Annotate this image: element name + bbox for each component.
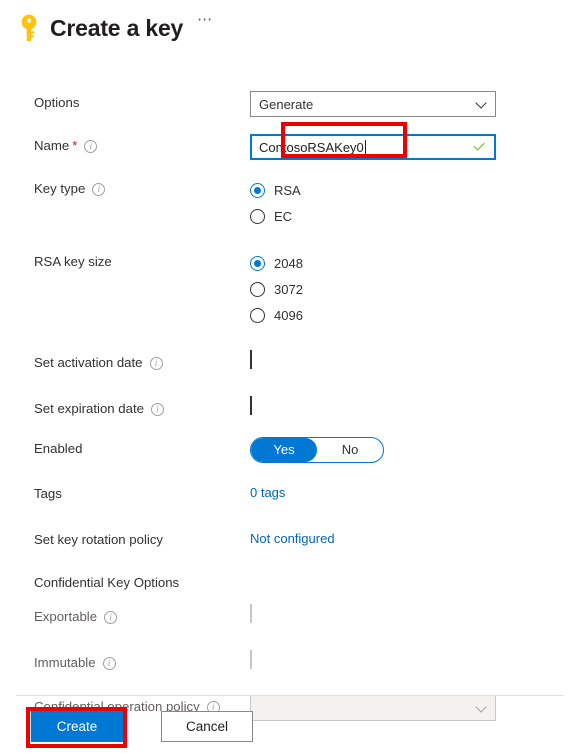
enabled-toggle[interactable]: Yes No [250,437,384,463]
immutable-label: Immutable [34,655,96,670]
create-button[interactable]: Create [31,711,123,742]
name-label-group: Name * i [0,133,250,156]
key-rotation-policy-link[interactable]: Not configured [250,531,335,546]
rsa-key-size-option-4096[interactable]: 4096 [250,302,572,328]
options-dropdown-value: Generate [259,96,314,112]
exportable-checkbox [250,604,252,623]
cancel-button[interactable]: Cancel [161,711,253,742]
name-control: ContosoRSAKey0 [250,133,572,160]
exportable-label: Exportable [34,609,98,624]
set-activation-date-control [250,350,572,369]
key-type-label-group: Key type i [0,176,250,199]
key-type-label: Key type [34,181,86,196]
key-rotation-policy-label-group: Set key rotation policy [0,527,250,550]
radio-label: 3072 [274,281,303,297]
rsa-key-size-option-3072[interactable]: 3072 [250,276,572,302]
valid-checkmark-icon [473,140,487,154]
row-exportable: Exportable i [0,604,572,628]
enabled-control: Yes No [250,436,572,463]
row-name: Name * i ContosoRSAKey0 [0,133,572,160]
key-type-option-ec[interactable]: EC [250,203,572,229]
row-rsa-key-size: RSA key size 2048 3072 4096 [0,249,572,328]
row-immutable: Immutable i [0,650,572,674]
immutable-control [250,650,572,669]
radio-indicator [250,281,265,297]
name-input[interactable]: ContosoRSAKey0 [250,134,496,160]
name-label: Name [34,138,70,153]
radio-label: EC [274,208,293,224]
key-type-control: RSA EC [250,176,572,229]
row-key-rotation-policy: Set key rotation policy Not configured [0,527,572,551]
enabled-label: Enabled [34,441,83,456]
info-icon[interactable]: i [150,402,164,416]
key-type-radio-group: RSA EC [250,177,572,229]
key-rotation-policy-label: Set key rotation policy [34,532,164,547]
tags-label: Tags [34,486,62,501]
rsa-key-size-radio-group: 2048 3072 4096 [250,250,572,328]
tags-control: 0 tags [250,481,572,504]
info-icon[interactable]: i [149,356,163,370]
exportable-control [250,604,572,623]
options-control: Generate [250,90,572,117]
tags-label-group: Tags [0,481,250,504]
info-icon[interactable]: i [92,182,106,196]
set-expiration-date-label-group: Set expiration date i [0,396,250,419]
set-expiration-date-label: Set expiration date [34,401,144,416]
row-options: Options Generate [0,90,572,117]
rsa-key-size-label: RSA key size [34,254,112,269]
row-set-activation-date: Set activation date i [0,350,572,374]
radio-label: RSA [274,182,301,198]
set-activation-date-label: Set activation date [34,355,143,370]
dialog-footer: Create Cancel [0,711,572,742]
confidential-key-options-heading: Confidential Key Options [34,575,180,590]
enabled-toggle-yes[interactable]: Yes [251,438,317,462]
radio-indicator [250,208,265,224]
radio-indicator [250,255,265,271]
options-dropdown[interactable]: Generate [250,91,496,117]
options-label: Options [34,95,80,110]
text-cursor [364,139,366,155]
info-icon[interactable]: i [102,656,116,670]
options-label-group: Options [0,90,250,113]
row-tags: Tags 0 tags [0,481,572,505]
immutable-checkbox [250,650,252,669]
enabled-label-group: Enabled [0,436,250,459]
row-enabled: Enabled Yes No [0,436,572,463]
key-type-option-rsa[interactable]: RSA [250,177,572,203]
set-activation-date-label-group: Set activation date i [0,350,250,373]
required-asterisk: * [72,138,78,153]
tags-link[interactable]: 0 tags [250,485,285,500]
dialog-header: Create a key ⋯ [0,0,572,46]
footer-divider [16,695,564,696]
row-set-expiration-date: Set expiration date i [0,396,572,420]
enabled-toggle-no[interactable]: No [317,438,383,462]
info-icon[interactable]: i [84,139,98,153]
chevron-down-icon [477,99,487,109]
rsa-key-size-option-2048[interactable]: 2048 [250,250,572,276]
exportable-label-group: Exportable i [0,604,250,627]
name-input-value: ContosoRSAKey0 [259,139,364,155]
row-key-type: Key type i RSA EC [0,176,572,229]
key-icon [16,13,42,43]
more-options-button[interactable]: ⋯ [197,12,213,27]
page-title: Create a key [50,14,184,41]
radio-label: 4096 [274,307,303,323]
radio-indicator [250,182,265,198]
key-rotation-policy-control: Not configured [250,527,572,550]
immutable-label-group: Immutable i [0,650,250,673]
set-activation-date-checkbox[interactable] [250,350,252,369]
info-icon[interactable]: i [104,610,118,624]
radio-label: 2048 [274,255,303,271]
create-key-form: Options Generate Name * i ContosoRSAKey0… [0,46,572,721]
set-expiration-date-control [250,396,572,415]
set-expiration-date-checkbox[interactable] [250,396,252,415]
rsa-key-size-control: 2048 3072 4096 [250,249,572,328]
rsa-key-size-label-group: RSA key size [0,249,250,272]
radio-indicator [250,307,265,323]
